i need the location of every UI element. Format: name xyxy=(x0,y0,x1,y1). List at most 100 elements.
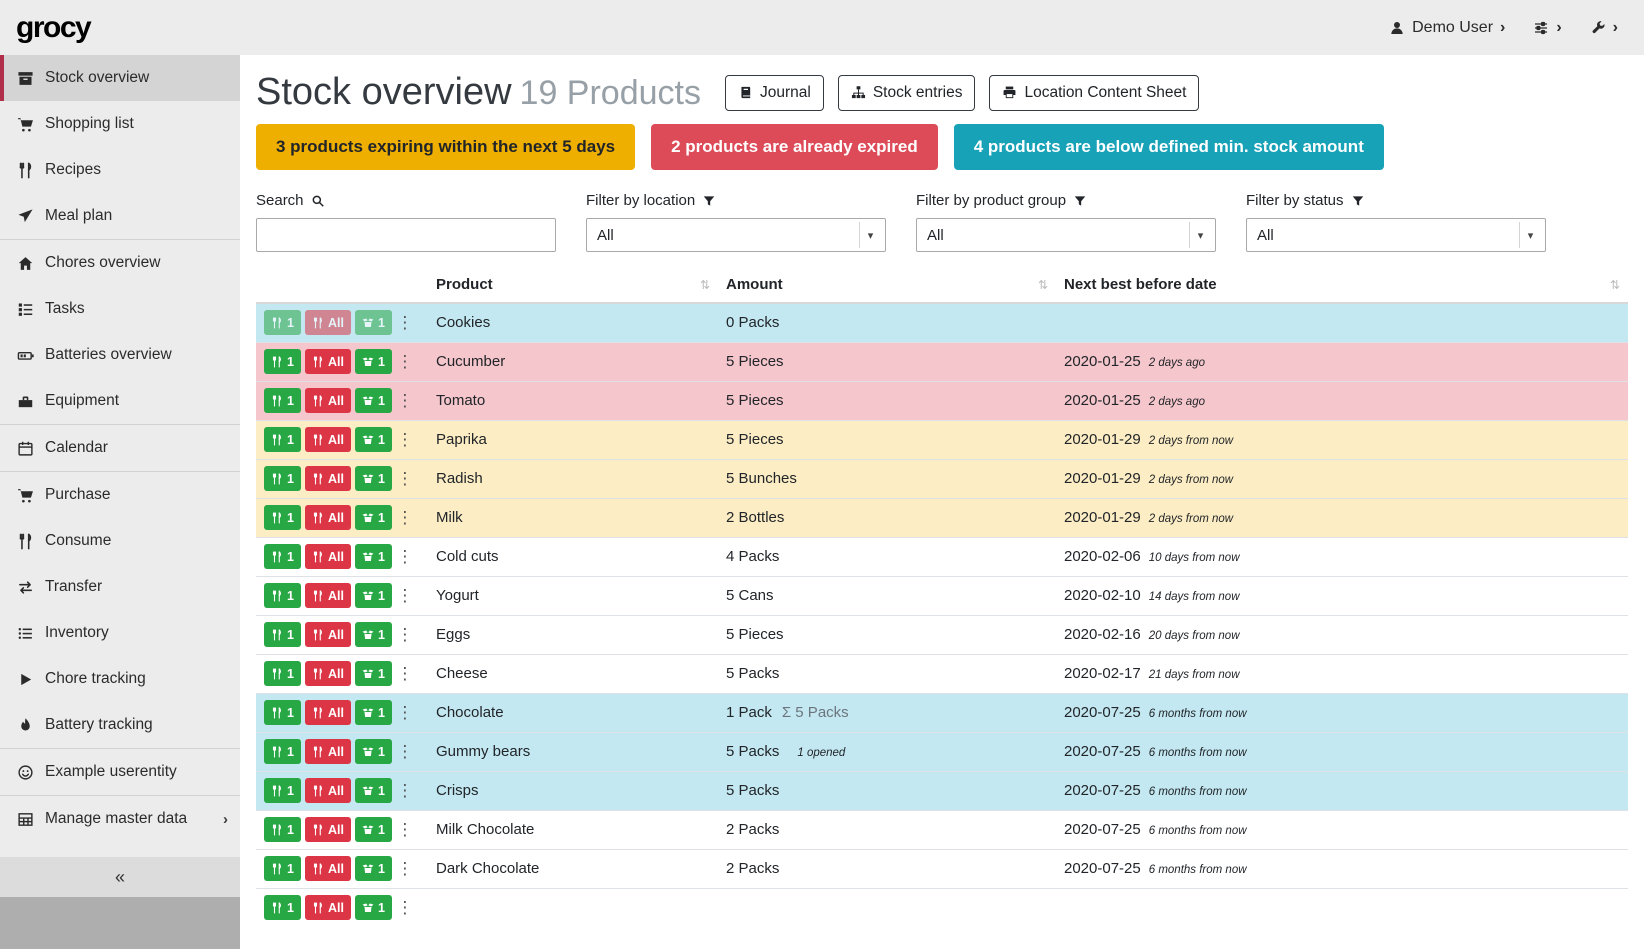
user-menu[interactable]: Demo User › xyxy=(1389,19,1505,37)
consume-all-button[interactable]: All xyxy=(305,388,351,413)
consume-one-button[interactable]: 1 xyxy=(264,856,301,881)
row-menu-button[interactable]: ⋮ xyxy=(396,821,414,838)
open-one-button[interactable]: 1 xyxy=(355,310,392,335)
consume-all-button[interactable]: All xyxy=(305,310,351,335)
amount-column-header[interactable]: Amount⇅ xyxy=(718,270,1056,303)
below-min-stock-banner[interactable]: 4 products are below defined min. stock … xyxy=(954,124,1384,170)
consume-all-button[interactable]: All xyxy=(305,427,351,452)
consume-one-button[interactable]: 1 xyxy=(264,817,301,842)
open-one-button[interactable]: 1 xyxy=(355,778,392,803)
row-menu-button[interactable]: ⋮ xyxy=(396,314,414,331)
sidebar-item-shopping-list[interactable]: Shopping list xyxy=(0,101,240,147)
sidebar-item-batteries-overview[interactable]: Batteries overview xyxy=(0,332,240,378)
open-one-button[interactable]: 1 xyxy=(355,856,392,881)
consume-one-button[interactable]: 1 xyxy=(264,310,301,335)
sidebar-footer xyxy=(0,897,240,949)
product-column-header[interactable]: Product⇅ xyxy=(428,270,718,303)
consume-all-button[interactable]: All xyxy=(305,817,351,842)
row-menu-button[interactable]: ⋮ xyxy=(396,431,414,448)
consume-all-button[interactable]: All xyxy=(305,622,351,647)
open-one-button[interactable]: 1 xyxy=(355,388,392,413)
location-select[interactable]: All ▾ xyxy=(586,218,886,252)
status-select[interactable]: All ▾ xyxy=(1246,218,1546,252)
row-menu-button[interactable]: ⋮ xyxy=(396,548,414,565)
journal-button[interactable]: Journal xyxy=(725,75,824,111)
consume-one-button[interactable]: 1 xyxy=(264,583,301,608)
consume-one-button[interactable]: 1 xyxy=(264,349,301,374)
consume-all-button[interactable]: All xyxy=(305,739,351,764)
sidebar-item-manage-master-data[interactable]: Manage master data › xyxy=(0,796,240,842)
sidebar-item-inventory[interactable]: Inventory xyxy=(0,610,240,656)
open-one-button[interactable]: 1 xyxy=(355,544,392,569)
row-menu-button[interactable]: ⋮ xyxy=(396,899,414,916)
sidebar-collapse-button[interactable]: « xyxy=(0,857,240,897)
settings-menu[interactable]: › xyxy=(1533,20,1561,36)
consume-all-button[interactable]: All xyxy=(305,856,351,881)
consume-one-button[interactable]: 1 xyxy=(264,544,301,569)
search-input[interactable] xyxy=(256,218,556,252)
sidebar-item-meal-plan[interactable]: Meal plan xyxy=(0,193,240,239)
sidebar-item-transfer[interactable]: Transfer xyxy=(0,564,240,610)
location-content-sheet-button[interactable]: Location Content Sheet xyxy=(989,75,1199,111)
open-one-button[interactable]: 1 xyxy=(355,349,392,374)
open-one-button[interactable]: 1 xyxy=(355,427,392,452)
sidebar-item-purchase[interactable]: Purchase xyxy=(0,472,240,518)
sidebar-item-tasks[interactable]: Tasks xyxy=(0,286,240,332)
row-menu-button[interactable]: ⋮ xyxy=(396,587,414,604)
sidebar-item-recipes[interactable]: Recipes xyxy=(0,147,240,193)
row-menu-button[interactable]: ⋮ xyxy=(396,665,414,682)
row-menu-button[interactable]: ⋮ xyxy=(396,470,414,487)
consume-all-button[interactable]: All xyxy=(305,661,351,686)
consume-all-button[interactable]: All xyxy=(305,700,351,725)
sidebar-item-stock-overview[interactable]: Stock overview xyxy=(0,55,240,101)
consume-one-button[interactable]: 1 xyxy=(264,466,301,491)
open-one-button[interactable]: 1 xyxy=(355,817,392,842)
consume-one-button[interactable]: 1 xyxy=(264,505,301,530)
consume-all-button[interactable]: All xyxy=(305,544,351,569)
open-one-button[interactable]: 1 xyxy=(355,895,392,920)
consume-one-button[interactable]: 1 xyxy=(264,739,301,764)
consume-one-button[interactable]: 1 xyxy=(264,622,301,647)
consume-all-button[interactable]: All xyxy=(305,778,351,803)
consume-all-button[interactable]: All xyxy=(305,895,351,920)
consume-one-button[interactable]: 1 xyxy=(264,661,301,686)
sidebar-item-calendar[interactable]: Calendar xyxy=(0,425,240,471)
row-menu-button[interactable]: ⋮ xyxy=(396,782,414,799)
row-menu-button[interactable]: ⋮ xyxy=(396,353,414,370)
row-menu-button[interactable]: ⋮ xyxy=(396,626,414,643)
row-menu-button[interactable]: ⋮ xyxy=(396,743,414,760)
consume-all-button[interactable]: All xyxy=(305,583,351,608)
open-one-button[interactable]: 1 xyxy=(355,505,392,530)
open-one-button[interactable]: 1 xyxy=(355,739,392,764)
sidebar-item-battery-tracking[interactable]: Battery tracking xyxy=(0,702,240,748)
open-one-button[interactable]: 1 xyxy=(355,466,392,491)
consume-one-button[interactable]: 1 xyxy=(264,895,301,920)
row-menu-button[interactable]: ⋮ xyxy=(396,860,414,877)
admin-menu[interactable]: › xyxy=(1590,20,1618,36)
row-menu-button[interactable]: ⋮ xyxy=(396,704,414,721)
consume-one-button[interactable]: 1 xyxy=(264,700,301,725)
expiring-banner[interactable]: 3 products expiring within the next 5 da… xyxy=(256,124,635,170)
open-one-button[interactable]: 1 xyxy=(355,583,392,608)
sidebar-item-example-userentity[interactable]: Example userentity xyxy=(0,749,240,795)
row-menu-button[interactable]: ⋮ xyxy=(396,392,414,409)
consume-all-button[interactable]: All xyxy=(305,349,351,374)
sidebar-item-consume[interactable]: Consume xyxy=(0,518,240,564)
best-before-date: 2020-02-1721 days from now xyxy=(1056,654,1628,693)
open-one-button[interactable]: 1 xyxy=(355,622,392,647)
expired-banner[interactable]: 2 products are already expired xyxy=(651,124,938,170)
consume-one-button[interactable]: 1 xyxy=(264,778,301,803)
sidebar-item-chores-overview[interactable]: Chores overview xyxy=(0,240,240,286)
consume-all-button[interactable]: All xyxy=(305,505,351,530)
product-group-select[interactable]: All ▾ xyxy=(916,218,1216,252)
open-one-button[interactable]: 1 xyxy=(355,661,392,686)
stock-entries-button[interactable]: Stock entries xyxy=(838,75,976,111)
consume-one-button[interactable]: 1 xyxy=(264,388,301,413)
row-menu-button[interactable]: ⋮ xyxy=(396,509,414,526)
best-before-column-header[interactable]: Next best before date⇅ xyxy=(1056,270,1628,303)
open-one-button[interactable]: 1 xyxy=(355,700,392,725)
consume-one-button[interactable]: 1 xyxy=(264,427,301,452)
sidebar-item-chore-tracking[interactable]: Chore tracking xyxy=(0,656,240,702)
sidebar-item-equipment[interactable]: Equipment xyxy=(0,378,240,424)
consume-all-button[interactable]: All xyxy=(305,466,351,491)
